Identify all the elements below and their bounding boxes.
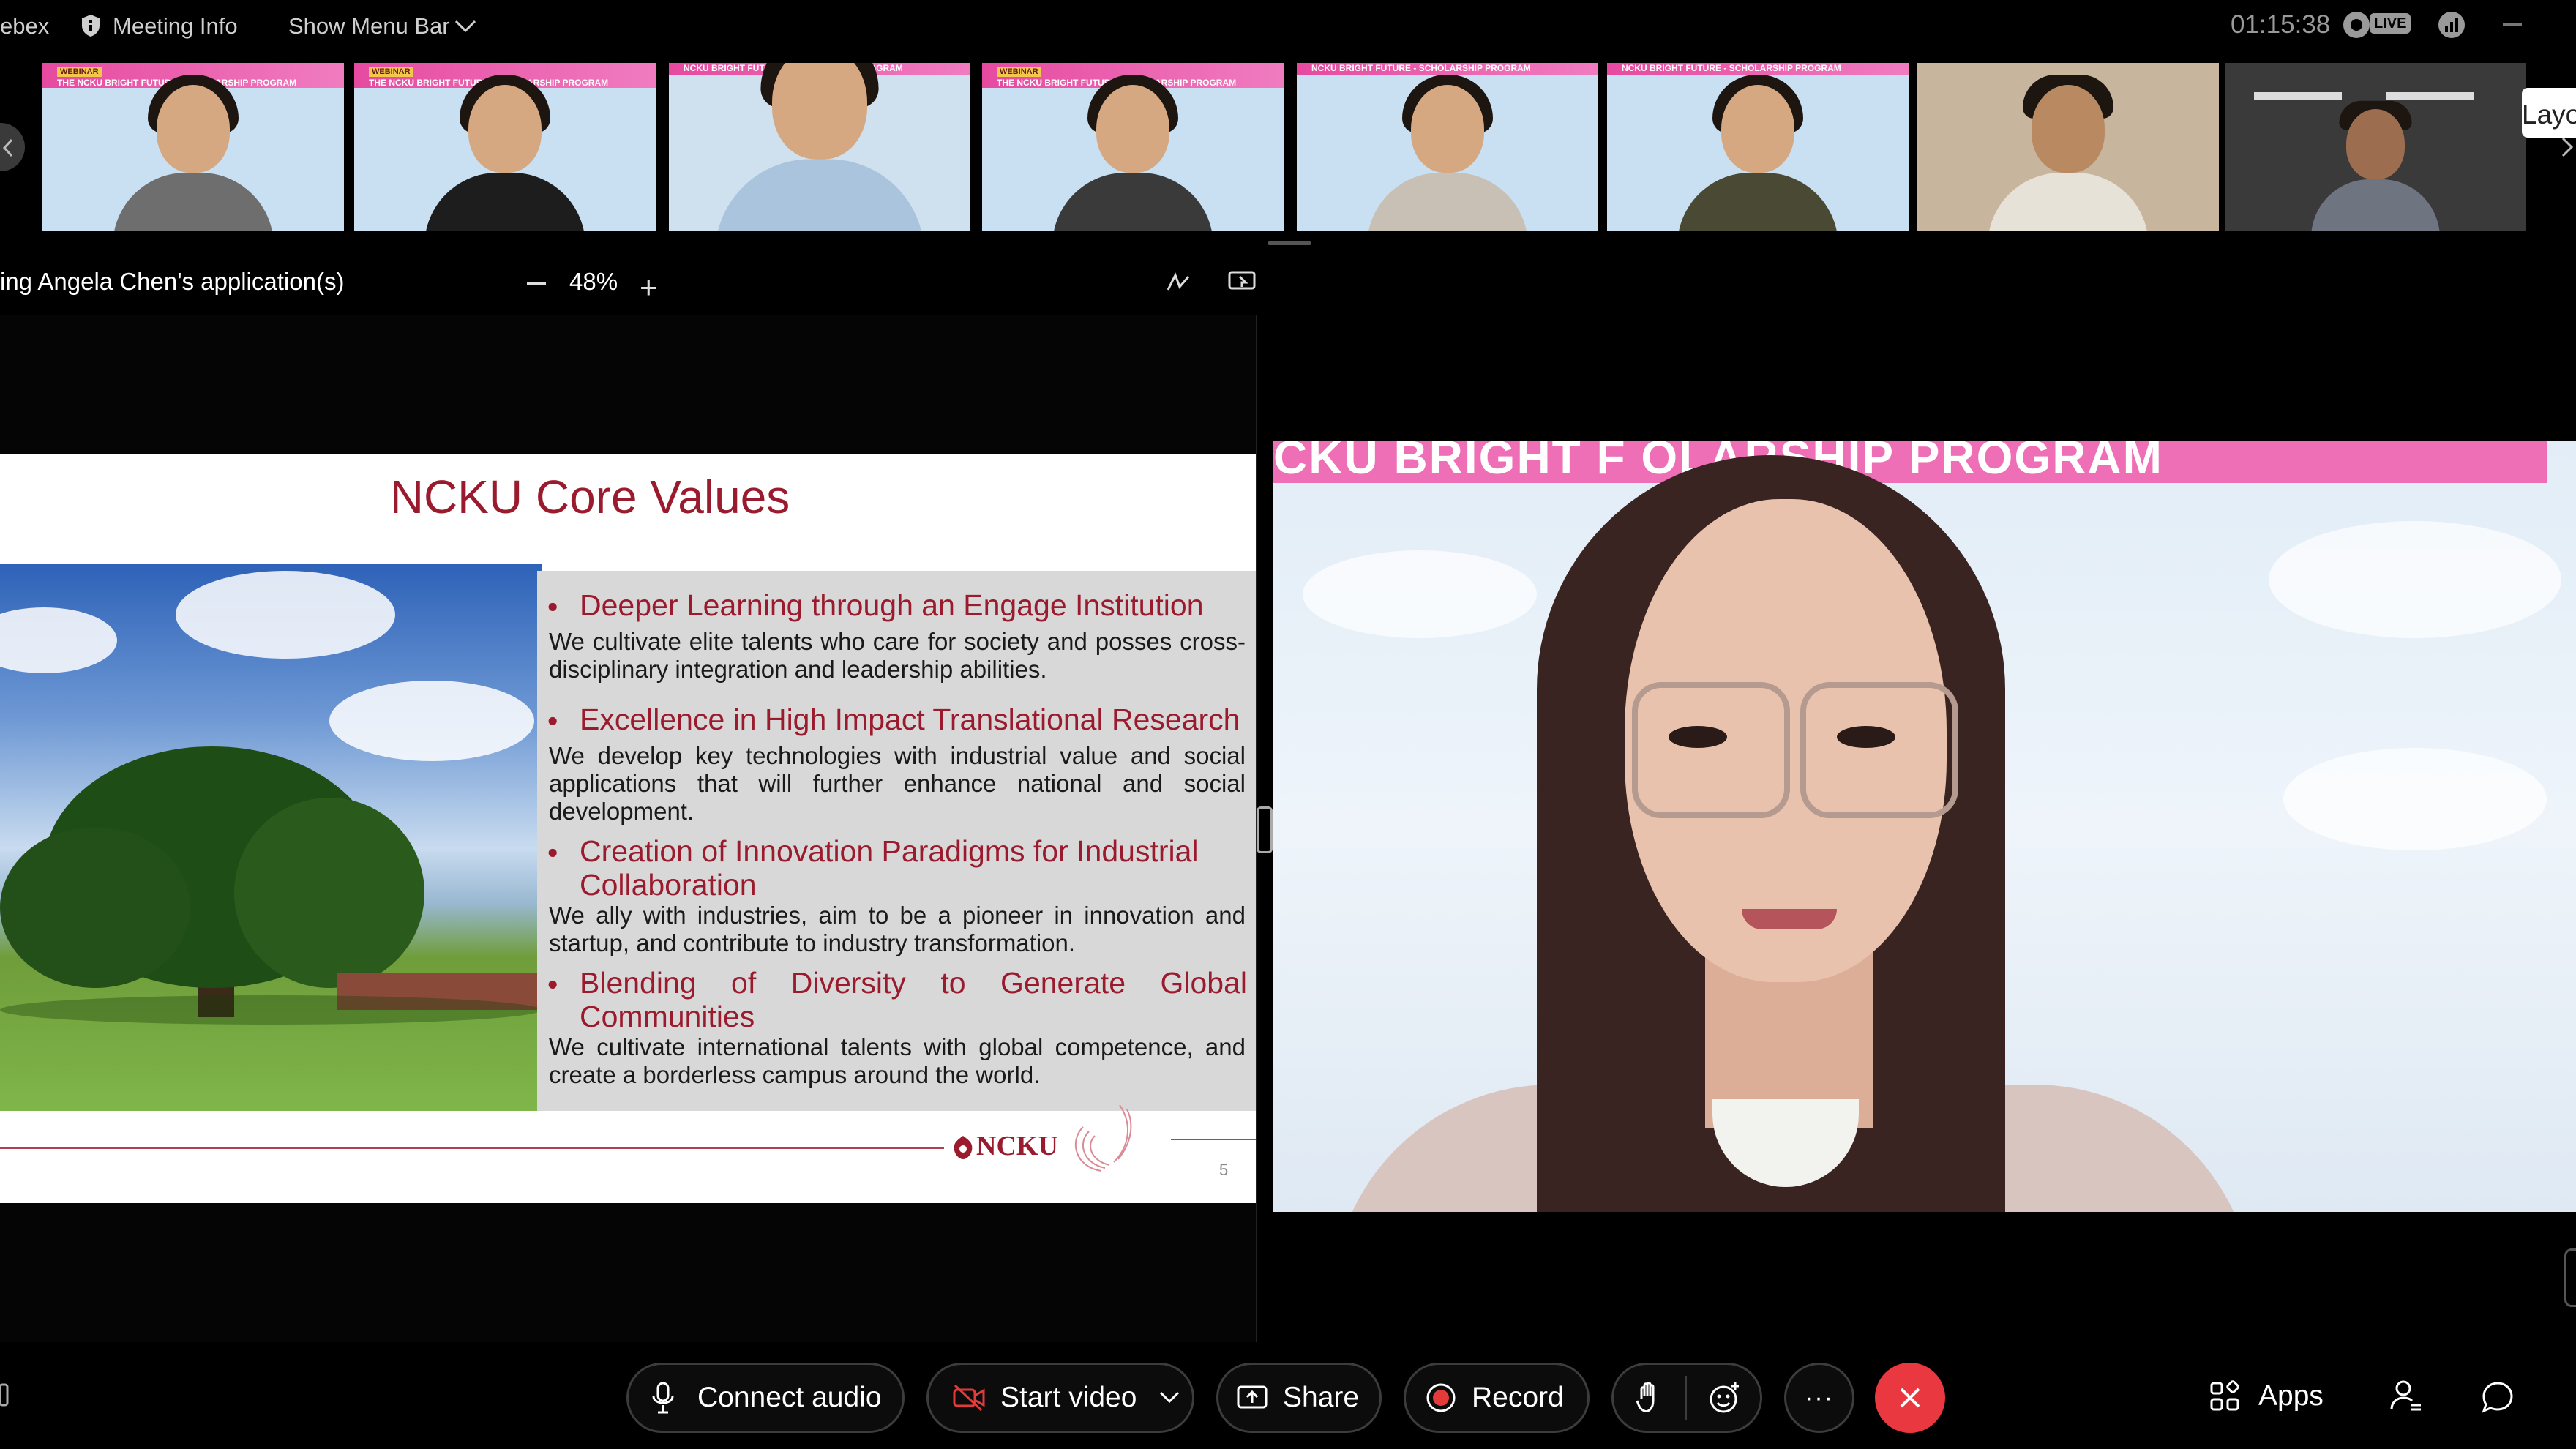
participant-tile-1[interactable]: WEBINAR THE NCKU BRIGHT FUTURE - SCHOLAR… bbox=[42, 63, 344, 231]
participant-video bbox=[2311, 100, 2440, 231]
panel-resize-handle[interactable] bbox=[1257, 806, 1273, 853]
share-screen-icon bbox=[1237, 1385, 1268, 1409]
value-text-2: We develop key technologies with industr… bbox=[549, 742, 1246, 825]
chevron-down-icon[interactable] bbox=[454, 19, 477, 34]
chat-icon[interactable] bbox=[2481, 1380, 2515, 1414]
share-title: ing Angela Chen's application(s) bbox=[0, 268, 345, 295]
campus-tree-photo bbox=[0, 564, 542, 1111]
filmstrip-resize-grip[interactable] bbox=[1268, 242, 1311, 245]
panel-edge-icon[interactable] bbox=[0, 1383, 10, 1407]
live-badge: LIVE bbox=[2370, 13, 2411, 34]
headset-icon bbox=[652, 1382, 674, 1414]
webinar-badge: WEBINAR bbox=[369, 67, 413, 77]
zoom-level: 48% bbox=[569, 268, 618, 295]
minimize-button[interactable] bbox=[2503, 23, 2522, 26]
recording-status-icon bbox=[2343, 12, 2370, 38]
close-icon bbox=[1900, 1388, 1920, 1408]
chevron-left-icon[interactable] bbox=[1, 138, 16, 158]
apps-button[interactable]: Apps bbox=[2258, 1380, 2324, 1412]
ncku-emblem-icon bbox=[954, 1136, 973, 1159]
presentation-slide: NCKU Core Values • Deeper Learning throu… bbox=[0, 454, 1256, 1203]
layout-button[interactable]: Layo bbox=[2522, 88, 2576, 138]
active-speaker-video[interactable]: CKU BRIGHT F OLARSHIP PROGRAM bbox=[1273, 441, 2576, 1212]
participant-tile-3[interactable]: NCKU BRIGHT FUTURE - SCHOLARSHIP PROGRAM bbox=[669, 63, 970, 231]
value-text-3: We ally with industries, aim to be a pio… bbox=[549, 902, 1246, 956]
tile-banner-text: NCKU BRIGHT FUTURE - SCHOLARSHIP PROGRAM bbox=[1311, 63, 1531, 73]
network-stats-icon[interactable] bbox=[2437, 10, 2466, 40]
slide-title: NCKU Core Values bbox=[389, 471, 790, 523]
raise-hand-icon[interactable] bbox=[1634, 1380, 1665, 1415]
zoom-in-button[interactable]: + bbox=[640, 272, 658, 303]
participants-icon[interactable] bbox=[2389, 1379, 2424, 1414]
start-video-label: Start video bbox=[1000, 1382, 1137, 1413]
zoom-out-button[interactable] bbox=[527, 282, 546, 285]
ncku-logo: NCKU bbox=[976, 1131, 1058, 1161]
shield-icon bbox=[82, 15, 100, 37]
top-bar: ebex Meeting Info Show Menu Bar 01:15:38… bbox=[0, 0, 2576, 53]
participant-video bbox=[113, 75, 274, 231]
show-menu-bar-button[interactable]: Show Menu Bar bbox=[288, 13, 450, 40]
participant-video bbox=[715, 63, 924, 231]
participant-tile-5[interactable]: NCKU BRIGHT FUTURE - SCHOLARSHIP PROGRAM bbox=[1297, 63, 1598, 231]
speaker-mouth bbox=[1742, 909, 1837, 929]
share-button[interactable]: Share bbox=[1216, 1363, 1382, 1433]
app-name: ebex bbox=[0, 13, 50, 39]
glasses-right bbox=[1800, 682, 1958, 818]
share-label: Share bbox=[1283, 1382, 1360, 1413]
participant-video bbox=[1367, 75, 1528, 231]
value-text-4: We cultivate international talents with … bbox=[549, 1033, 1246, 1088]
glasses-left bbox=[1632, 682, 1790, 818]
chevron-down-icon[interactable] bbox=[1158, 1390, 1180, 1405]
value-heading-2: Excellence in High Impact Translational … bbox=[580, 703, 1240, 736]
more-options-button[interactable]: ··· bbox=[1784, 1363, 1854, 1433]
request-control-icon[interactable] bbox=[1227, 268, 1257, 297]
chevron-right-icon[interactable] bbox=[2557, 136, 2576, 158]
footer-rule bbox=[1171, 1139, 1256, 1140]
participant-tile-7[interactable] bbox=[1917, 63, 2219, 231]
webinar-badge: WEBINAR bbox=[57, 67, 102, 77]
start-video-button[interactable]: Start video bbox=[926, 1363, 1194, 1433]
meeting-info-button[interactable]: Meeting Info bbox=[113, 13, 238, 40]
record-icon bbox=[1426, 1383, 1456, 1412]
more-options-label: ··· bbox=[1805, 1383, 1834, 1412]
value-text-1: We cultivate elite talents who care for … bbox=[549, 628, 1246, 683]
side-panel-handle[interactable] bbox=[2564, 1248, 2576, 1307]
annotate-icon[interactable] bbox=[1164, 268, 1193, 297]
participant-video bbox=[1052, 75, 1213, 231]
participant-video bbox=[424, 75, 585, 231]
record-label: Record bbox=[1472, 1382, 1564, 1413]
participant-tile-6[interactable]: NCKU BRIGHT FUTURE - SCHOLARSHIP PROGRAM bbox=[1607, 63, 1909, 231]
connect-audio-label: Connect audio bbox=[697, 1382, 882, 1413]
webinar-badge: WEBINAR bbox=[997, 67, 1041, 77]
connect-audio-button[interactable]: Connect audio bbox=[626, 1363, 905, 1433]
layout-label: Layo bbox=[2522, 100, 2576, 130]
slide-page-number: 5 bbox=[1219, 1161, 1229, 1179]
speaker-banner: CKU BRIGHT F OLARSHIP PROGRAM bbox=[1273, 441, 2547, 484]
decorative-swirl-icon bbox=[1074, 1104, 1132, 1172]
footer-rule bbox=[0, 1147, 944, 1149]
value-heading-3: Creation of Innovation Paradigms for Ind… bbox=[580, 834, 1199, 902]
participant-tile-8[interactable] bbox=[2225, 63, 2526, 231]
participant-tile-4[interactable]: WEBINAR THE NCKU BRIGHT FUTURE - SCHOLAR… bbox=[982, 63, 1284, 231]
video-off-icon bbox=[953, 1384, 985, 1412]
value-heading-4: Blending of Diversity to Generate Global… bbox=[580, 966, 1247, 1033]
record-button[interactable]: Record bbox=[1404, 1363, 1590, 1433]
reactions-group bbox=[1611, 1363, 1762, 1433]
value-heading-1: Deeper Learning through an Engage Instit… bbox=[580, 588, 1204, 622]
apps-icon[interactable] bbox=[2209, 1380, 2241, 1412]
participant-video bbox=[1677, 75, 1838, 231]
participant-video bbox=[1988, 75, 2149, 231]
end-call-button[interactable] bbox=[1875, 1363, 1945, 1433]
emoji-reaction-icon[interactable] bbox=[1707, 1380, 1742, 1415]
participant-tile-2[interactable]: WEBINAR THE NCKU BRIGHT FUTURE - SCHOLAR… bbox=[354, 63, 656, 231]
meeting-timer: 01:15:38 bbox=[2231, 10, 2331, 39]
tile-banner-text: NCKU BRIGHT FUTURE - SCHOLARSHIP PROGRAM bbox=[1622, 63, 1841, 73]
